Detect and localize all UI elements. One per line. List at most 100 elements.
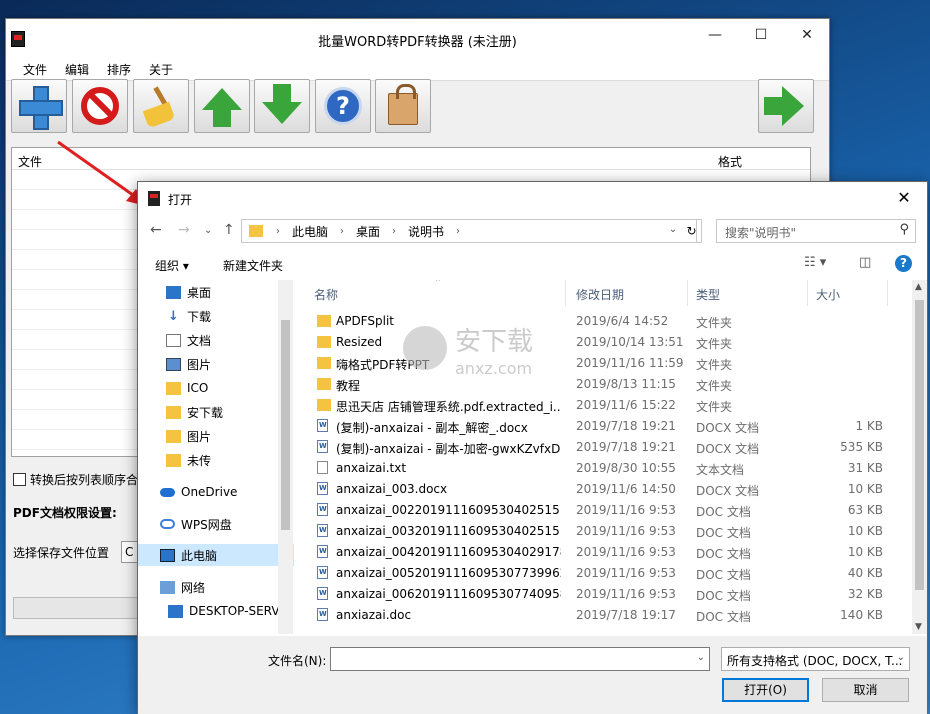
address-dropdown-icon[interactable]: ⌄ bbox=[663, 219, 683, 243]
nav-item-wps-drive[interactable]: WPS网盘 bbox=[138, 513, 294, 535]
dialog-app-icon bbox=[148, 191, 160, 206]
download-icon: ↓ bbox=[168, 308, 179, 324]
file-row[interactable]: anxiazai.doc2019/7/18 19:17DOC 文档140 KB bbox=[298, 605, 912, 626]
file-row[interactable]: anxaizai.txt 2019/8/30 10:55 文本文档 31 KB bbox=[298, 458, 912, 479]
view-options-icon[interactable]: ☷ ▾ bbox=[804, 255, 826, 270]
help-button[interactable]: ? bbox=[315, 79, 371, 133]
move-up-button[interactable] bbox=[194, 79, 250, 133]
close-button[interactable]: ✕ bbox=[784, 19, 830, 51]
address-bar[interactable]: › 此电脑 › 桌面 › 说明书 › bbox=[241, 219, 697, 243]
convert-button[interactable] bbox=[758, 79, 814, 133]
delete-button[interactable] bbox=[72, 79, 128, 133]
nav-scroll-thumb[interactable] bbox=[281, 320, 290, 530]
file-row[interactable]: 教程 2019/8/13 11:15 文件夹 bbox=[298, 374, 912, 395]
dialog-title-bar[interactable]: 打开 ✕ bbox=[138, 182, 927, 216]
preview-pane-icon[interactable]: ◫ bbox=[859, 255, 871, 270]
network-icon bbox=[160, 580, 175, 594]
breadcrumb-manual[interactable]: 说明书 bbox=[402, 223, 450, 240]
cancel-button[interactable]: 取消 bbox=[822, 678, 909, 702]
word-doc-icon bbox=[317, 503, 328, 516]
file-row[interactable]: 嗨格式PDF转PPT 2019/11/16 11:59 文件夹 bbox=[298, 353, 912, 374]
filename-input[interactable]: ⌄ bbox=[330, 647, 710, 671]
open-button[interactable]: 打开(O) bbox=[722, 678, 809, 702]
recent-dropdown-icon[interactable]: ⌄ bbox=[204, 225, 212, 236]
scroll-up-icon[interactable]: ▲ bbox=[915, 282, 922, 292]
nav-item-desktop[interactable]: 桌面📌 bbox=[138, 281, 294, 303]
menu-about[interactable]: 关于 bbox=[140, 59, 182, 80]
buy-button[interactable] bbox=[375, 79, 431, 133]
nav-item-downloads[interactable]: ↓下载📌 bbox=[138, 305, 294, 327]
organize-button[interactable]: 组织 ▾ bbox=[155, 257, 189, 274]
nav-item-documents[interactable]: 文档📌 bbox=[138, 329, 294, 351]
nav-item-anxiazai[interactable]: 安下载 bbox=[138, 401, 294, 423]
word-doc-icon bbox=[317, 482, 328, 495]
dialog-bottom-bar: 文件名(N): ⌄ 所有支持格式 (DOC, DOCX, T... ⌄ 打开(O… bbox=[138, 636, 927, 714]
breadcrumb-desktop[interactable]: 桌面 bbox=[350, 223, 386, 240]
sort-ascending-icon: ⌃ bbox=[434, 280, 442, 288]
minimize-button[interactable]: — bbox=[692, 19, 738, 51]
nav-item-untransferred[interactable]: 未传 bbox=[138, 449, 294, 471]
folder-icon bbox=[317, 315, 331, 327]
merge-option[interactable]: 转换后按列表顺序合 bbox=[13, 471, 138, 488]
search-input[interactable]: 搜索"说明书" ⚲ bbox=[716, 219, 916, 243]
file-row[interactable]: (复制)-anxaizai - 副本_解密_.docx2019/7/18 19:… bbox=[298, 416, 912, 437]
file-scroll-thumb[interactable] bbox=[915, 300, 924, 590]
pictures-icon bbox=[166, 357, 181, 371]
breadcrumb-this-pc[interactable]: 此电脑 bbox=[286, 223, 334, 240]
maximize-button[interactable]: ☐ bbox=[738, 19, 784, 51]
word-doc-icon bbox=[317, 419, 328, 432]
main-title-bar[interactable]: 批量WORD转PDF转换器 (未注册) — ☐ ✕ bbox=[6, 19, 829, 59]
file-row[interactable]: anxaizai_00620191116095307740958...2019/… bbox=[298, 584, 912, 605]
nav-item-pictures[interactable]: 图片📌 bbox=[138, 353, 294, 375]
nav-item-ico[interactable]: ICO bbox=[138, 377, 294, 399]
word-doc-icon bbox=[317, 608, 328, 621]
nav-item-onedrive[interactable]: OneDrive bbox=[138, 481, 294, 503]
folder-icon bbox=[166, 429, 181, 443]
nav-item-desktop-serv[interactable]: DESKTOP-SERV bbox=[138, 600, 294, 622]
column-type[interactable]: 类型 bbox=[688, 280, 808, 306]
column-size[interactable]: 大小 bbox=[808, 280, 888, 306]
file-row[interactable]: anxaizai_0032019111609530402515 6...2019… bbox=[298, 521, 912, 542]
filetype-select[interactable]: 所有支持格式 (DOC, DOCX, T... ⌄ bbox=[721, 647, 910, 671]
word-doc-icon bbox=[317, 524, 328, 537]
menu-bar: 文件 编辑 排序 关于 bbox=[6, 59, 829, 81]
cloud-icon bbox=[160, 487, 175, 497]
file-row[interactable]: Resized 2019/10/14 13:51 文件夹 bbox=[298, 332, 912, 353]
back-icon[interactable]: ← bbox=[150, 222, 162, 238]
merge-checkbox[interactable] bbox=[13, 473, 26, 486]
filetype-value: 所有支持格式 (DOC, DOCX, T... bbox=[727, 654, 903, 668]
filename-dropdown-icon[interactable]: ⌄ bbox=[697, 652, 705, 663]
add-button[interactable] bbox=[11, 79, 67, 133]
nav-scrollbar[interactable] bbox=[278, 280, 293, 634]
menu-file[interactable]: 文件 bbox=[14, 59, 56, 80]
scroll-down-icon[interactable]: ▼ bbox=[915, 622, 922, 632]
file-row[interactable]: anxaizai_00520191116095307739962...2019/… bbox=[298, 563, 912, 584]
new-folder-button[interactable]: 新建文件夹 bbox=[223, 257, 283, 274]
move-down-icon bbox=[262, 84, 302, 124]
column-file[interactable]: 文件 bbox=[18, 155, 42, 169]
refresh-icon[interactable]: ↻ bbox=[682, 219, 702, 243]
up-icon[interactable]: ↑ bbox=[223, 222, 235, 238]
column-date[interactable]: 修改日期 bbox=[568, 280, 688, 306]
file-row[interactable]: 思迅天店 店铺管理系统.pdf.extracted_i... 2019/11/6 … bbox=[298, 395, 912, 416]
dialog-close-button[interactable]: ✕ bbox=[881, 182, 927, 214]
search-icon: ⚲ bbox=[899, 222, 909, 237]
nav-item-this-pc[interactable]: 此电脑 bbox=[138, 544, 294, 566]
dialog-help-icon[interactable]: ? bbox=[895, 255, 912, 272]
menu-sort[interactable]: 排序 bbox=[98, 59, 140, 80]
file-row[interactable]: (复制)-anxaizai - 副本-加密-gwxKZvfxD...2019/7… bbox=[298, 437, 912, 458]
permission-label: PDF文档权限设置: bbox=[13, 506, 117, 520]
file-row[interactable]: APDFSplit 2019/6/4 14:52 文件夹 bbox=[298, 311, 912, 332]
nav-item-network[interactable]: 网络 bbox=[138, 576, 294, 598]
menu-edit[interactable]: 编辑 bbox=[56, 59, 98, 80]
nav-item-pictures-folder[interactable]: 图片 bbox=[138, 425, 294, 447]
file-row[interactable]: anxaizai_0022019111609530402515 6...2019… bbox=[298, 500, 912, 521]
file-row[interactable]: anxaizai_00420191116095304029178...2019/… bbox=[298, 542, 912, 563]
file-list-scrollbar[interactable]: ▲ ▼ bbox=[912, 280, 927, 634]
progress-bar bbox=[13, 597, 143, 619]
move-down-button[interactable] bbox=[254, 79, 310, 133]
file-row[interactable]: anxaizai_003.docx2019/11/6 14:50DOCX 文档1… bbox=[298, 479, 912, 500]
forward-icon[interactable]: → bbox=[178, 222, 190, 238]
clear-button[interactable] bbox=[133, 79, 189, 133]
column-format[interactable]: 格式 bbox=[718, 153, 742, 170]
